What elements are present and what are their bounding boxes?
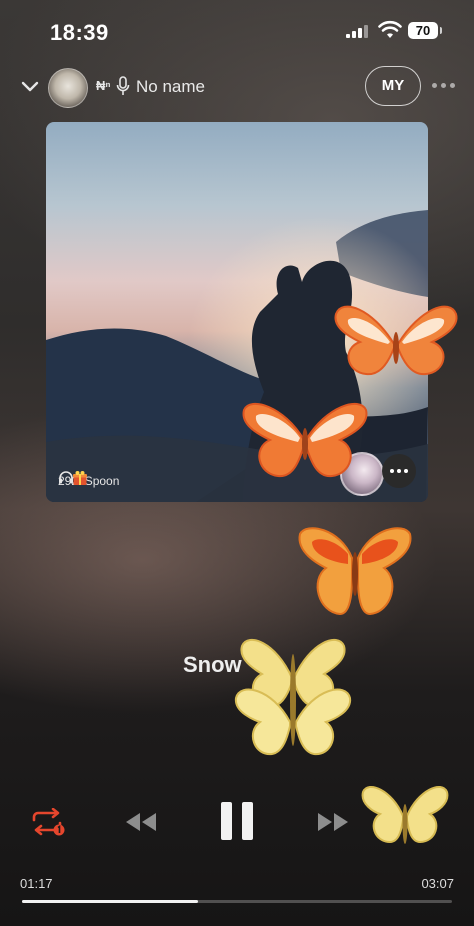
total-time: 03:07 [421,876,454,891]
wifi-icon [378,20,402,38]
album-stats: 29 22Spoon [58,470,119,492]
butterfly-sticker-5 [361,786,449,844]
album-more-icon[interactable] [382,454,416,488]
song-title: Snow [183,652,242,677]
host-name[interactable]: No name [136,77,205,97]
player-header: ₦ⁿ No name MY [0,66,474,110]
host-avatar[interactable] [48,68,88,108]
microphone-icon [116,76,130,95]
rewind-icon[interactable] [124,810,158,834]
current-time: 01:17 [20,876,53,891]
gift-icon [73,471,87,485]
cellular-signal-icon [346,24,370,38]
butterfly-sticker-3 [298,527,412,616]
progress-fill [22,900,199,903]
album-art: 29 22Spoon [46,122,428,502]
fast-forward-icon[interactable] [316,810,350,834]
pause-button[interactable] [218,800,256,842]
listener-avatar[interactable] [340,452,384,496]
status-bar: 18:39 70 [0,0,474,60]
my-button[interactable]: MY [365,66,421,106]
status-time: 18:39 [50,20,109,45]
repeat-one-icon[interactable] [30,808,66,836]
progress-bar[interactable] [22,900,452,903]
butterfly-sticker-4 [234,638,352,756]
battery-indicator: 70 [408,22,442,39]
chevron-down-icon[interactable] [20,76,40,96]
album-photo [46,122,428,502]
more-options-icon[interactable] [432,83,455,88]
host-badge: ₦ⁿ [96,78,111,93]
